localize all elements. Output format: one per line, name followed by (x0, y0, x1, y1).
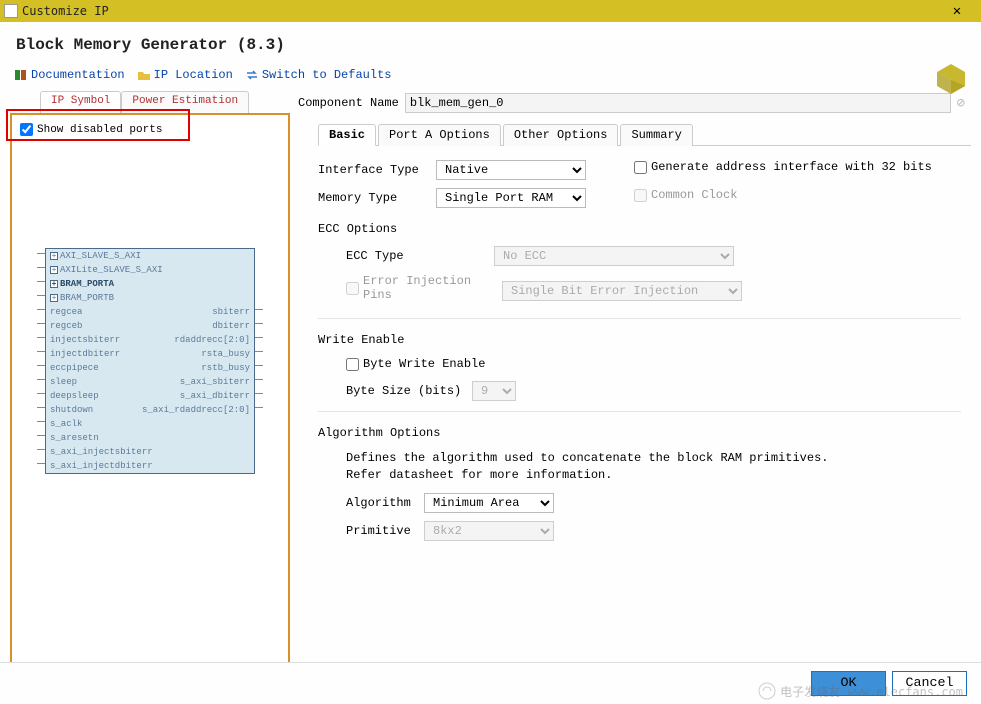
port-row: +AXILite_SLAVE_S_AXI (46, 263, 254, 277)
tab-basic[interactable]: Basic (318, 124, 376, 146)
app-icon (4, 4, 18, 18)
ecc-type-select: No ECC (494, 246, 734, 266)
documentation-link[interactable]: Documentation (14, 68, 125, 82)
ip-heading: Block Memory Generator (8.3) (0, 22, 981, 64)
tab-summary[interactable]: Summary (620, 124, 692, 146)
port-row: sleeps_axi_sbiterr (46, 375, 254, 389)
folder-icon (137, 68, 151, 82)
title-bar-text: Customize IP (22, 4, 109, 18)
port-row: +BRAM_PORTA (46, 277, 254, 291)
right-column: Component Name ⊘ Basic Port A Options Ot… (298, 91, 971, 681)
left-column: IP Symbol Power Estimation Show disabled… (10, 91, 290, 681)
err-inj-pins-label: Error Injection Pins (363, 274, 494, 302)
tab-port-a-options[interactable]: Port A Options (378, 124, 501, 146)
port-row: eccpipecerstb_busy (46, 361, 254, 375)
port-row: +BRAM_PORTB (46, 291, 254, 305)
common-clock-label: Common Clock (651, 188, 737, 202)
byte-write-enable-checkbox[interactable] (346, 358, 359, 371)
port-row: s_axi_injectdbiterr (46, 459, 254, 473)
port-row: injectsbiterrrdaddrecc[2:0] (46, 333, 254, 347)
close-button[interactable]: ✕ (937, 0, 977, 22)
ip-location-link[interactable]: IP Location (137, 68, 233, 82)
err-inj-pins-checkbox (346, 282, 359, 295)
algo-desc-1: Defines the algorithm used to concatenat… (346, 450, 961, 467)
ecc-type-label: ECC Type (346, 249, 486, 263)
byte-size-label: Byte Size (bits) (346, 384, 464, 398)
port-row: shutdowns_axi_rdaddrecc[2:0] (46, 403, 254, 417)
ok-button[interactable]: OK (811, 671, 886, 696)
basic-tab-body: Interface Type Native Generate address i… (298, 146, 971, 681)
cancel-button[interactable]: Cancel (892, 671, 967, 696)
switch-defaults-label: Switch to Defaults (262, 68, 392, 82)
algorithm-label: Algorithm (346, 496, 416, 510)
interface-type-select[interactable]: Native (436, 160, 586, 180)
byte-write-enable-label: Byte Write Enable (363, 357, 485, 371)
memory-type-select[interactable]: Single Port RAM (436, 188, 586, 208)
ip-location-label: IP Location (154, 68, 233, 82)
tab-other-options[interactable]: Other Options (503, 124, 619, 146)
primitive-select: 8kx2 (424, 521, 554, 541)
ip-block-diagram: +AXI_SLAVE_S_AXI+AXILite_SLAVE_S_AXI+BRA… (45, 248, 255, 474)
switch-defaults-link[interactable]: Switch to Defaults (245, 68, 392, 82)
ecc-title: ECC Options (318, 222, 961, 236)
algorithm-section: Algorithm Options Defines the algorithm … (318, 426, 961, 541)
port-row: s_aresetn (46, 431, 254, 445)
gen-addr-32-checkbox[interactable] (634, 161, 647, 174)
documentation-label: Documentation (31, 68, 125, 82)
memory-type-label: Memory Type (318, 191, 428, 205)
toolbar: Documentation IP Location Switch to Defa… (0, 64, 981, 91)
port-row: regceasbiterr (46, 305, 254, 319)
component-name-input[interactable] (405, 93, 951, 113)
primitive-label: Primitive (346, 524, 416, 538)
title-bar: Customize IP ✕ (0, 0, 981, 22)
port-row: +AXI_SLAVE_S_AXI (46, 249, 254, 263)
gen-addr-32-label: Generate address interface with 32 bits (651, 160, 932, 174)
port-row: deepsleeps_axi_dbiterr (46, 389, 254, 403)
err-inj-type-select: Single Bit Error Injection (502, 281, 742, 301)
port-row: regcebdbiterr (46, 319, 254, 333)
port-row: s_aclk (46, 417, 254, 431)
algo-desc-2: Refer datasheet for more information. (346, 467, 961, 484)
option-tabs: Basic Port A Options Other Options Summa… (318, 123, 971, 146)
byte-size-select: 9 (472, 381, 516, 401)
write-enable-title: Write Enable (318, 333, 961, 347)
book-icon (14, 68, 28, 82)
vendor-logo-icon (931, 62, 971, 102)
port-row: s_axi_injectsbiterr (46, 445, 254, 459)
ecc-section: ECC Options ECC Type No ECC Error Inject… (318, 222, 961, 308)
main-area: Block Memory Generator (8.3) Documentati… (0, 22, 981, 704)
algorithm-title: Algorithm Options (318, 426, 961, 440)
arrows-icon (245, 68, 259, 82)
footer: OK Cancel (0, 662, 981, 704)
write-enable-section: Write Enable Byte Write Enable Byte Size… (318, 333, 961, 401)
common-clock-checkbox (634, 189, 647, 202)
port-row: injectdbiterrrsta_busy (46, 347, 254, 361)
highlight-box (6, 109, 190, 141)
interface-type-label: Interface Type (318, 163, 428, 177)
component-name-label: Component Name (298, 96, 399, 110)
ip-symbol-panel: Show disabled ports +AXI_SLAVE_S_AXI+AXI… (10, 113, 290, 681)
algorithm-select[interactable]: Minimum Area (424, 493, 554, 513)
